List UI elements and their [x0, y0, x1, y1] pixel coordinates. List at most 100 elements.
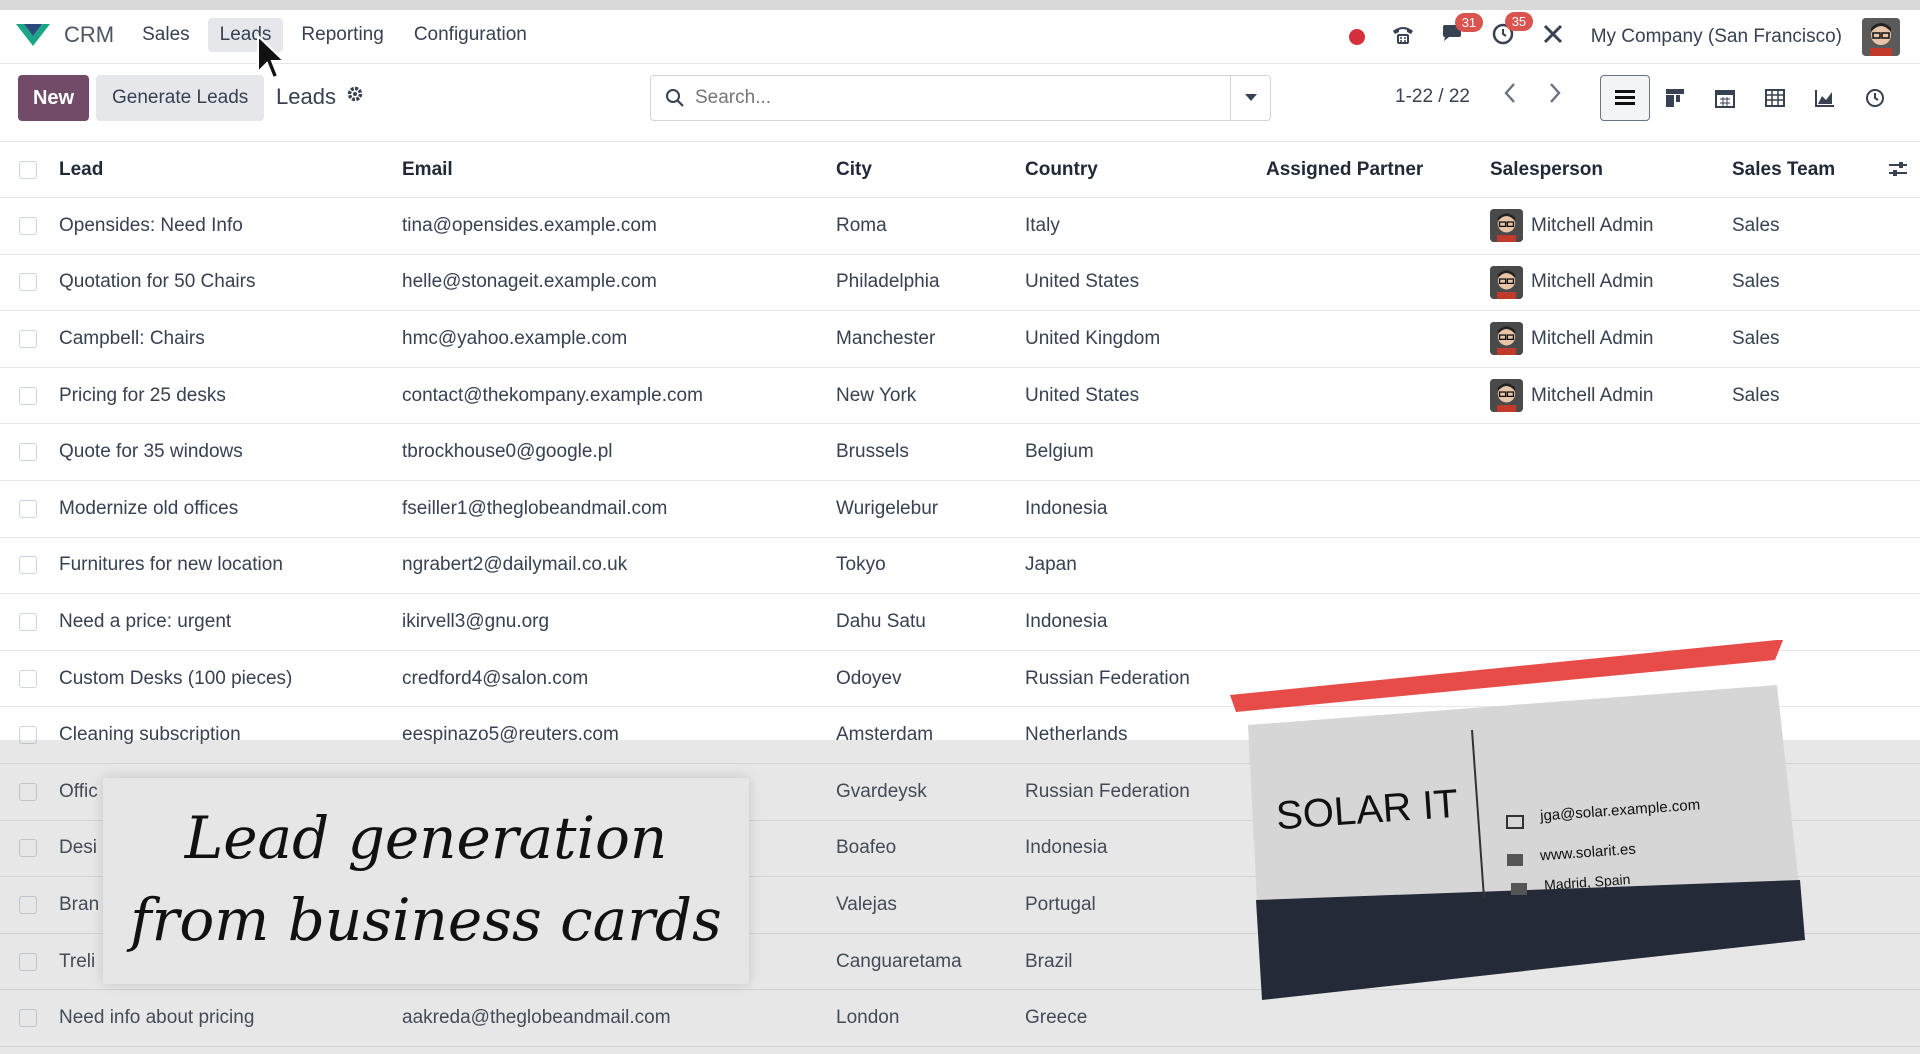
column-country[interactable]: Country	[1025, 159, 1265, 181]
cell-country: Italy	[1025, 214, 1060, 236]
column-sales-team[interactable]: Sales Team	[1732, 159, 1882, 181]
search-options-toggle[interactable]	[1230, 76, 1270, 120]
salesperson-name: Mitchell Admin	[1531, 271, 1654, 293]
row-checkbox[interactable]	[19, 273, 37, 292]
cell-city: Brussels	[836, 441, 909, 463]
cell-sales-team: Sales	[1732, 327, 1780, 349]
row-checkbox[interactable]	[19, 782, 37, 801]
pager-next-icon[interactable]	[1548, 82, 1562, 110]
select-all-checkbox[interactable]	[19, 160, 37, 179]
column-assigned-partner[interactable]: Assigned Partner	[1266, 159, 1476, 181]
calendar-view-icon[interactable]	[1700, 75, 1750, 121]
row-checkbox[interactable]	[19, 839, 37, 858]
menu-sales[interactable]: Sales	[130, 18, 202, 52]
table-row[interactable]: Pricing for 25 desks contact@thekompany.e…	[0, 368, 1920, 425]
kanban-view-icon[interactable]	[1650, 75, 1700, 121]
cell-country: Indonesia	[1025, 837, 1108, 859]
clock-icon[interactable]: 35	[1491, 12, 1534, 52]
table-row[interactable]: Quote for 35 windows tbrockhouse0@google.…	[0, 424, 1920, 481]
phone-icon[interactable]	[1391, 23, 1415, 51]
row-checkbox[interactable]	[19, 556, 37, 575]
cell-city: Gvardeysk	[836, 780, 927, 802]
search-bar	[650, 75, 1271, 121]
tools-icon[interactable]	[1541, 22, 1565, 52]
cell-lead: Furnitures for new location	[59, 554, 283, 576]
row-checkbox[interactable]	[19, 216, 37, 235]
cell-country: Brazil	[1025, 950, 1073, 972]
table-row[interactable]: Modernize old offices fseiller1@theglobea…	[0, 481, 1920, 538]
pivot-view-icon[interactable]	[1750, 75, 1800, 121]
chat-icon[interactable]: 31	[1441, 13, 1484, 51]
cell-email: tina@opensides.example.com	[402, 214, 657, 236]
column-email[interactable]: Email	[402, 159, 822, 181]
cell-country: United States	[1025, 271, 1140, 293]
table-row[interactable]: Quotation for 50 Chairs helle@stonageit.e…	[0, 255, 1920, 312]
pager-value[interactable]: 1-22 / 22	[1395, 86, 1470, 108]
cell-salesperson: Mitchell Admin	[1490, 379, 1720, 413]
company-switcher[interactable]: My Company (San Francisco)	[1591, 26, 1842, 48]
cell-email: tbrockhouse0@google.pl	[402, 441, 613, 463]
new-button[interactable]: New	[18, 75, 89, 121]
mail-icon	[1506, 815, 1524, 829]
cell-lead: Campbell: Chairs	[59, 327, 205, 349]
row-checkbox[interactable]	[19, 499, 37, 518]
cell-email: credford4@salon.com	[402, 667, 589, 689]
cell-city: New York	[836, 384, 917, 406]
user-avatar[interactable]	[1862, 18, 1900, 56]
app-name: CRM	[64, 21, 115, 47]
main-menu: Sales Leads Reporting Configuration	[130, 17, 545, 52]
generate-leads-button[interactable]: Generate Leads	[96, 75, 265, 121]
row-checkbox[interactable]	[19, 329, 37, 348]
row-checkbox[interactable]	[19, 443, 37, 462]
record-icon[interactable]	[1348, 29, 1365, 45]
business-card-scan: SOLAR IT jga@solar.example.com www.solar…	[1230, 640, 1820, 1000]
graph-view-icon[interactable]	[1800, 75, 1850, 121]
caption-line-2: from business cards	[130, 886, 722, 954]
cell-lead: Need info about pricing	[59, 1007, 255, 1029]
list-view-icon[interactable]	[1600, 75, 1650, 121]
cell-email: contact@thekompany.example.com	[402, 384, 703, 406]
table-row[interactable]: Campbell: Chairs hmc@yahoo.example.com Man…	[0, 311, 1920, 368]
cell-email: ngrabert2@dailymail.co.uk	[402, 554, 628, 576]
cell-email: helle@stonageit.example.com	[402, 271, 657, 293]
cell-email: hmc@yahoo.example.com	[402, 327, 628, 349]
gear-icon[interactable]	[346, 85, 364, 109]
cell-email: ikirvell3@gnu.org	[402, 610, 550, 632]
search-input[interactable]	[695, 87, 1215, 109]
row-checkbox[interactable]	[19, 726, 37, 745]
salesperson-avatar	[1490, 209, 1523, 243]
row-checkbox[interactable]	[19, 1009, 37, 1028]
table-row[interactable]: Opensides: Need Info tina@opensides.examp…	[0, 198, 1920, 255]
cell-city: Wurigelebur	[836, 497, 939, 519]
caption-line-1: Lead generation	[184, 804, 668, 872]
cell-country: Indonesia	[1025, 497, 1108, 519]
column-salesperson[interactable]: Salesperson	[1490, 159, 1720, 181]
menu-reporting[interactable]: Reporting	[289, 18, 395, 52]
row-checkbox[interactable]	[19, 895, 37, 914]
search-icon	[666, 89, 684, 107]
salesperson-avatar	[1490, 322, 1523, 356]
row-checkbox[interactable]	[19, 952, 37, 971]
pager-previous-icon[interactable]	[1503, 82, 1517, 110]
cell-lead: Modernize old offices	[59, 497, 239, 519]
column-city[interactable]: City	[836, 159, 1016, 181]
row-checkbox[interactable]	[19, 612, 37, 631]
video-caption: Lead generation from business cards	[103, 778, 749, 984]
menu-configuration[interactable]: Configuration	[402, 18, 539, 52]
cell-email: eespinazo5@reuters.com	[402, 724, 619, 746]
row-checkbox[interactable]	[19, 386, 37, 405]
optional-columns-icon[interactable]	[1888, 160, 1908, 184]
caret-down-icon	[1244, 94, 1257, 101]
cell-country: Netherlands	[1025, 724, 1128, 746]
control-panel: New Generate Leads Leads 1-22 / 22	[0, 64, 1920, 142]
salesperson-avatar	[1490, 379, 1523, 413]
table-row[interactable]: Furnitures for new location ngrabert2@dai…	[0, 538, 1920, 595]
app-brand[interactable]: CRM	[14, 20, 114, 50]
cell-lead: Need a price: urgent	[59, 610, 232, 632]
activities-badge: 35	[1504, 12, 1534, 31]
column-lead[interactable]: Lead	[59, 159, 389, 181]
row-checkbox[interactable]	[19, 669, 37, 688]
cell-country: United States	[1025, 384, 1140, 406]
activity-view-icon[interactable]	[1850, 75, 1900, 121]
top-navbar: CRM Sales Leads Reporting Configuration …	[0, 0, 1920, 64]
